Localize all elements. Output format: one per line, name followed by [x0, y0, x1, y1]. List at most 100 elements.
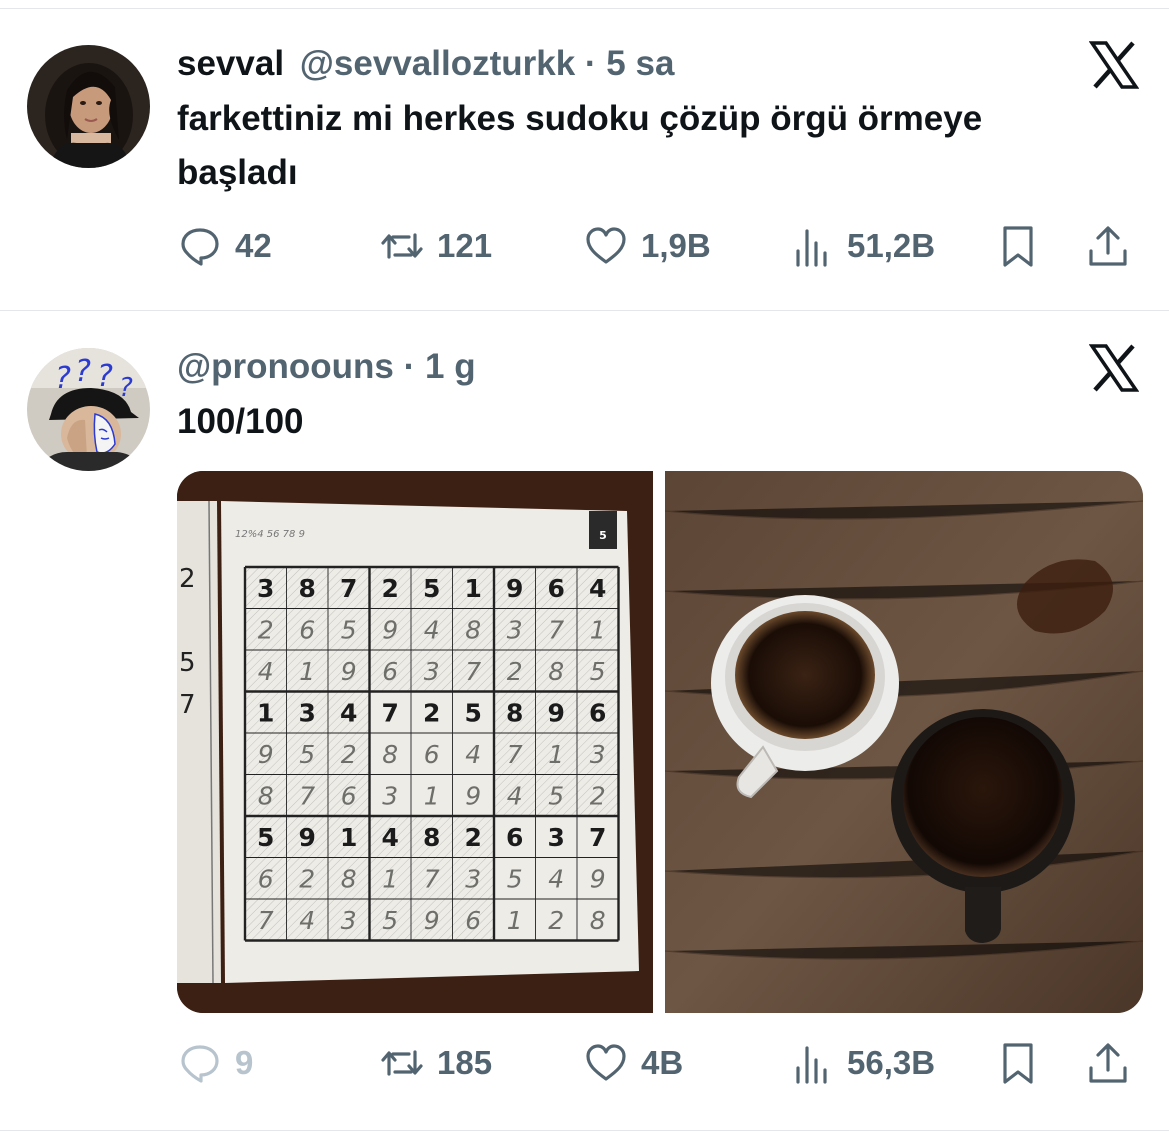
x-logo-icon	[1088, 41, 1140, 89]
sudoku-cell-digit: 2	[258, 615, 274, 644]
tweet-media[interactable]: 5 12%4 56 78 9 257 387251964265948371419…	[177, 471, 1143, 1013]
sudoku-cell-digit: 8	[382, 740, 398, 769]
sudoku-cell-digit: 3	[341, 906, 357, 935]
side-page-number: 2	[179, 564, 196, 594]
sudoku-cell-digit: 4	[589, 574, 606, 603]
sudoku-cell-digit: 3	[382, 781, 398, 810]
sudoku-cell-digit: 8	[258, 781, 274, 810]
share-button[interactable]	[1085, 1038, 1131, 1088]
avatar[interactable]: ? ? ? ?	[27, 348, 150, 471]
sudoku-cell-digit: 3	[299, 698, 316, 727]
page-number: 5	[599, 529, 607, 542]
sudoku-cell-digit: 3	[507, 615, 523, 644]
bookmark-button[interactable]	[995, 221, 1041, 271]
repost-button[interactable]: 121	[379, 221, 492, 271]
tweet-actions: 42 121 1,9B 51,2B	[177, 221, 1139, 271]
x-logo-icon	[1088, 344, 1140, 392]
sudoku-cell-digit: 3	[548, 823, 565, 852]
display-name[interactable]: sevval	[177, 44, 284, 83]
sudoku-cell-digit: 8	[341, 864, 357, 893]
timestamp[interactable]: 5 sa	[606, 44, 674, 83]
sudoku-cell-digit: 1	[590, 615, 606, 644]
reply-button[interactable]: 42	[177, 221, 272, 271]
reply-count: 9	[235, 1044, 254, 1081]
sudoku-cell-digit: 9	[590, 864, 606, 893]
views-button[interactable]: 51,2B	[789, 221, 935, 271]
share-icon	[1089, 1043, 1127, 1083]
tweet-text: farkettiniz mi herkes sudoku çözüp örgü …	[177, 99, 983, 192]
like-count: 1,9B	[641, 227, 711, 264]
sudoku-cell-digit: 4	[299, 906, 315, 935]
sudoku-puzzle-photo[interactable]: 5 12%4 56 78 9 257 387251964265948371419…	[177, 471, 653, 1013]
tweet-1[interactable]: sevval @sevvallozturkk · 5 sa farkettini…	[0, 0, 1169, 310]
sudoku-cell-digit: 2	[382, 574, 399, 603]
views-button[interactable]: 56,3B	[789, 1038, 935, 1088]
sudoku-cell-digit: 6	[506, 823, 523, 852]
sudoku-cell-digit: 5	[423, 574, 440, 603]
sudoku-cell-digit: 8	[506, 698, 523, 727]
sudoku-cell-digit: 4	[548, 864, 564, 893]
views-count: 51,2B	[847, 227, 936, 264]
sudoku-cell-digit: 2	[465, 823, 482, 852]
sudoku-cell-digit: 2	[548, 906, 564, 935]
like-button[interactable]: 1,9B	[583, 221, 711, 271]
sudoku-cell-digit: 2	[590, 781, 606, 810]
sudoku-cell-digit: 4	[340, 698, 357, 727]
sudoku-cell-digit: 8	[590, 906, 606, 935]
sudoku-cell-digit: 7	[507, 740, 523, 769]
divider	[0, 1130, 1169, 1131]
sudoku-cell-digit: 3	[424, 657, 440, 686]
timestamp[interactable]: 1 g	[425, 347, 476, 386]
sudoku-cell-digit: 8	[299, 574, 316, 603]
sudoku-cell-digit: 5	[507, 864, 523, 893]
sudoku-cell-digit: 1	[548, 740, 564, 769]
sudoku-cell-digit: 6	[258, 864, 274, 893]
like-count: 4B	[641, 1044, 684, 1081]
views-count: 56,3B	[847, 1044, 936, 1081]
reply-count: 42	[235, 227, 272, 264]
side-page-number: 7	[179, 690, 196, 720]
avatar-photo	[27, 45, 150, 168]
repost-count: 185	[437, 1044, 493, 1081]
svg-text:?: ?	[97, 359, 113, 394]
reply-icon	[181, 228, 219, 266]
sudoku-cell-digit: 3	[465, 864, 481, 893]
sudoku-cell-digit: 1	[257, 698, 274, 727]
separator-dot: ·	[403, 347, 416, 386]
sudoku-cell-digit: 9	[341, 657, 357, 686]
sudoku-cell-digit: 9	[299, 823, 316, 852]
sudoku-cell-digit: 1	[507, 906, 523, 935]
sudoku-cell-digit: 6	[424, 740, 440, 769]
coffee-table	[665, 471, 1143, 1013]
sudoku-cell-digit: 7	[382, 698, 399, 727]
reply-button[interactable]: 9	[177, 1038, 253, 1088]
like-button[interactable]: 4B	[583, 1038, 683, 1088]
coffee-cups-photo[interactable]	[665, 471, 1143, 1013]
share-button[interactable]	[1085, 221, 1131, 271]
sudoku-cell-digit: 1	[465, 574, 482, 603]
sudoku-cell-digit: 1	[340, 823, 357, 852]
repost-button[interactable]: 185	[379, 1038, 492, 1088]
sudoku-cell-digit: 5	[590, 657, 606, 686]
sudoku-cell-digit: 9	[506, 574, 523, 603]
header-scribble: 12%4 56 78 9	[235, 529, 305, 540]
sudoku-cell-digit: 9	[465, 781, 481, 810]
tweet-header: @pronoouns · 1 g	[177, 345, 476, 389]
sudoku-cell-digit: 9	[424, 906, 440, 935]
bookmark-button[interactable]	[995, 1038, 1041, 1088]
repost-count: 121	[437, 227, 493, 264]
user-handle[interactable]: @sevvallozturkk	[300, 44, 575, 83]
avatar[interactable]	[27, 45, 150, 168]
sudoku-cell-digit: 5	[257, 823, 274, 852]
side-page-number: 5	[179, 648, 196, 678]
sudoku-cell-digit: 8	[465, 615, 481, 644]
sudoku-cell-digit: 6	[548, 574, 565, 603]
sudoku-cell-digit: 6	[341, 781, 357, 810]
sudoku-cell-digit: 5	[299, 740, 315, 769]
user-handle[interactable]: @pronoouns	[177, 347, 394, 386]
svg-text:?: ?	[75, 354, 91, 389]
sudoku-cell-digit: 9	[382, 615, 398, 644]
tweet-2[interactable]: ? ? ? ? @pronoouns · 1 g 100/100 5 12%4 …	[0, 311, 1169, 1130]
sudoku-cell-digit: 7	[589, 823, 606, 852]
repost-icon	[381, 233, 423, 259]
